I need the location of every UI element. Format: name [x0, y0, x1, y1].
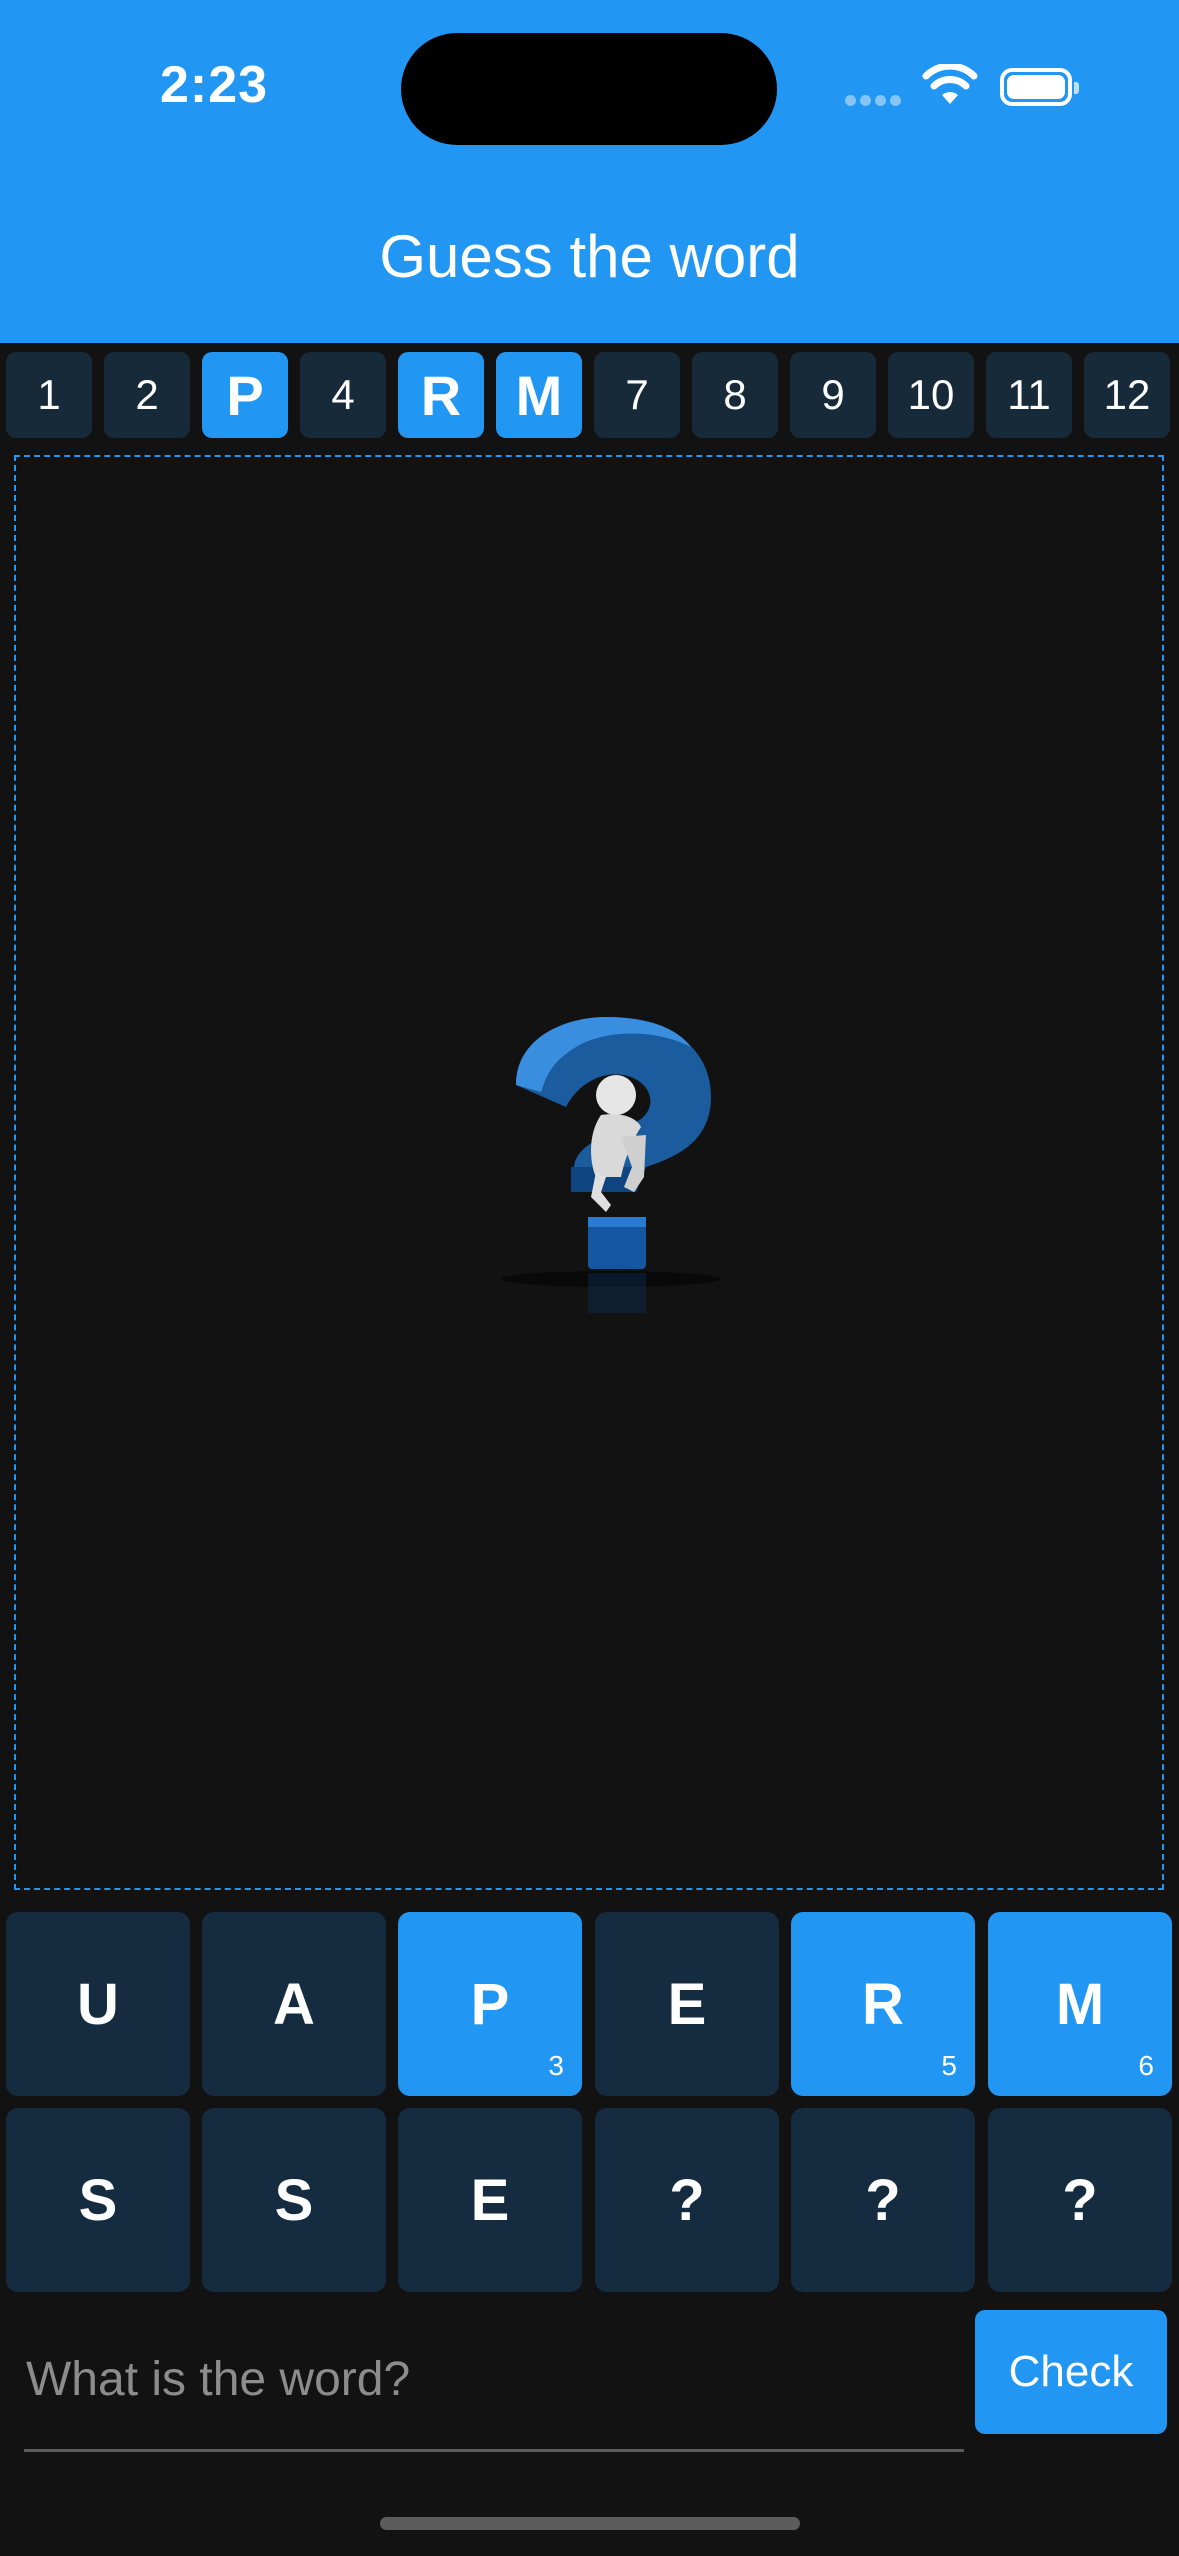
answer-slot[interactable]: 10: [888, 352, 974, 438]
tile-slot-number: 3: [548, 2050, 564, 2081]
letter-tile[interactable]: S: [6, 2108, 190, 2292]
tile-letter: ?: [669, 2167, 705, 2233]
tile-letter: E: [667, 1971, 707, 2037]
cellular-signal-icon: [845, 93, 905, 106]
tile-letter: S: [78, 2167, 118, 2233]
answer-slot[interactable]: 8: [692, 352, 778, 438]
letter-tile[interactable]: U: [6, 1912, 190, 2096]
tile-letter: S: [274, 2167, 314, 2233]
answer-slot[interactable]: 1: [6, 352, 92, 438]
tile-letter: E: [470, 2167, 510, 2233]
wifi-icon: [922, 64, 978, 104]
letter-tile[interactable]: ?: [595, 2108, 779, 2292]
answer-slot[interactable]: 7: [594, 352, 680, 438]
tile-letter: M: [1055, 1971, 1105, 2037]
letter-tile[interactable]: S: [202, 2108, 386, 2292]
status-time: 2:23: [160, 56, 269, 114]
tile-slot-number: 6: [1138, 2050, 1154, 2081]
answer-slot[interactable]: R: [398, 352, 484, 438]
answer-input[interactable]: [24, 2310, 964, 2452]
letter-tile[interactable]: R5: [791, 1912, 975, 2096]
answer-slot[interactable]: 2: [104, 352, 190, 438]
letter-tile[interactable]: E: [398, 2108, 582, 2292]
tile-letter: ?: [1062, 2167, 1098, 2233]
dynamic-island: [401, 33, 777, 145]
tile-letter: R: [862, 1971, 904, 2037]
tile-letter: A: [273, 1971, 315, 2037]
tile-letter: ?: [865, 2167, 901, 2233]
answer-slot[interactable]: 12: [1084, 352, 1170, 438]
app-header: 2:23 Guess the word: [0, 0, 1179, 343]
answer-slot[interactable]: M: [496, 352, 582, 438]
answer-slot[interactable]: 11: [986, 352, 1072, 438]
home-indicator[interactable]: [380, 2517, 800, 2530]
tile-letter: U: [77, 1971, 119, 2037]
answer-slot[interactable]: 4: [300, 352, 386, 438]
letter-tile[interactable]: P3: [398, 1912, 582, 2096]
letter-tile[interactable]: M6: [988, 1912, 1172, 2096]
letter-tile[interactable]: A: [202, 1912, 386, 2096]
answer-slot[interactable]: 9: [790, 352, 876, 438]
answer-slot[interactable]: P: [202, 352, 288, 438]
battery-icon: [1000, 68, 1079, 106]
letter-tile[interactable]: ?: [791, 2108, 975, 2292]
page-title: Guess the word: [379, 223, 800, 290]
puzzle-image-area: [14, 455, 1164, 1890]
question-mark-figure-icon: [501, 1017, 721, 1313]
tile-letter: P: [470, 1971, 510, 2037]
letter-tile[interactable]: ?: [988, 2108, 1172, 2292]
check-button[interactable]: Check: [975, 2310, 1167, 2434]
tile-slot-number: 5: [941, 2050, 957, 2081]
answer-slots: 1 2 P 4 R M 7 8 9 10 11 12: [6, 352, 1176, 438]
letter-tile[interactable]: E: [595, 1912, 779, 2096]
